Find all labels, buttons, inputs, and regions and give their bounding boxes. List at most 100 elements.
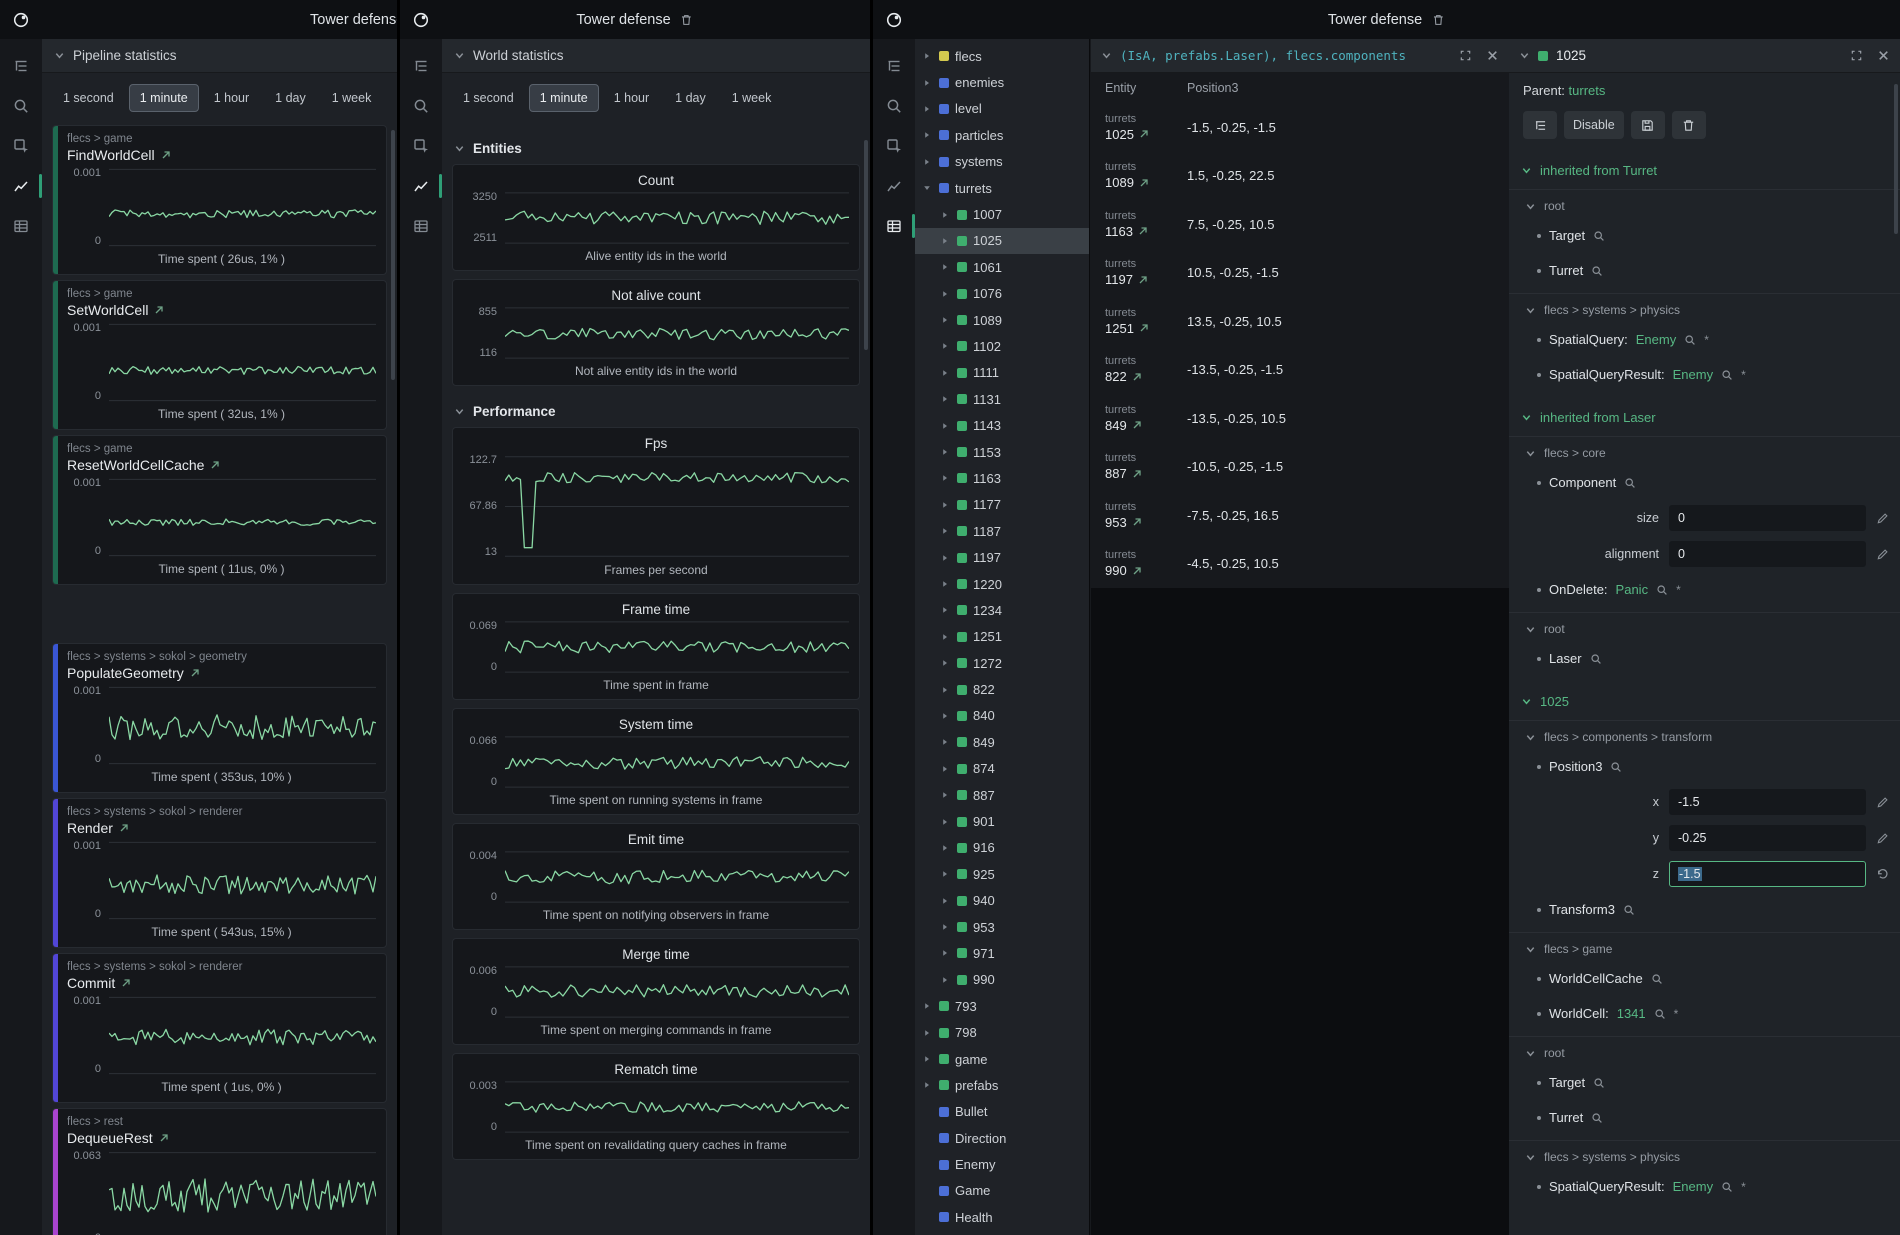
tree-item-1272[interactable]: 1272 bbox=[915, 650, 1089, 676]
magnifier-icon[interactable] bbox=[1721, 1181, 1733, 1193]
magnifier-icon[interactable] bbox=[1610, 761, 1622, 773]
inspector-group-header[interactable]: flecs > components > transform bbox=[1509, 720, 1900, 749]
caret-right-icon[interactable] bbox=[941, 976, 951, 984]
section-header[interactable]: Entities bbox=[442, 133, 870, 164]
tree-item-enemies[interactable]: enemies bbox=[915, 69, 1089, 95]
caret-right-icon[interactable] bbox=[941, 738, 951, 746]
save-button[interactable] bbox=[1631, 111, 1665, 139]
query-row[interactable]: turrets887-10.5, -0.25, -1.5 bbox=[1091, 443, 1509, 492]
scrollbar[interactable] bbox=[1894, 84, 1898, 234]
section-header[interactable]: Performance bbox=[442, 396, 870, 427]
parent-link[interactable]: turrets bbox=[1569, 83, 1606, 98]
component-row[interactable]: Component bbox=[1509, 465, 1900, 500]
tree-icon[interactable] bbox=[873, 47, 915, 85]
component-row[interactable]: Laser bbox=[1509, 641, 1900, 676]
time-range-button[interactable]: 1 hour bbox=[603, 84, 660, 112]
caret-right-icon[interactable] bbox=[941, 369, 951, 377]
inspector-group-header[interactable]: flecs > core bbox=[1509, 436, 1900, 465]
caret-right-icon[interactable] bbox=[941, 949, 951, 957]
system-link[interactable]: SetWorldCell bbox=[67, 302, 376, 318]
caret-right-icon[interactable] bbox=[941, 211, 951, 219]
time-range-button[interactable]: 1 day bbox=[664, 84, 717, 112]
time-range-button[interactable]: 1 second bbox=[452, 84, 525, 112]
inspector-group-header[interactable]: root bbox=[1509, 1036, 1900, 1065]
expand-icon[interactable] bbox=[1459, 49, 1472, 62]
tree-item-971[interactable]: 971 bbox=[915, 940, 1089, 966]
tree-item-level[interactable]: level bbox=[915, 96, 1089, 122]
magnifier-icon[interactable] bbox=[1654, 1008, 1666, 1020]
tree-item-798[interactable]: 798 bbox=[915, 1019, 1089, 1045]
caret-right-icon[interactable] bbox=[941, 527, 951, 535]
entity-link[interactable]: 1089 bbox=[1105, 175, 1187, 190]
system-link[interactable]: PopulateGeometry bbox=[67, 665, 376, 681]
close-icon[interactable] bbox=[1877, 49, 1890, 62]
component-row[interactable]: SpatialQuery:Enemy* bbox=[1509, 322, 1900, 357]
query-row[interactable]: turrets849-13.5, -0.25, 10.5 bbox=[1091, 394, 1509, 443]
time-range-button[interactable]: 1 minute bbox=[529, 84, 599, 112]
caret-right-icon[interactable] bbox=[941, 897, 951, 905]
entity-link[interactable]: 953 bbox=[1105, 515, 1187, 530]
tree-item-1251[interactable]: 1251 bbox=[915, 624, 1089, 650]
caret-right-icon[interactable] bbox=[923, 105, 933, 113]
tree-item-Health[interactable]: Health bbox=[915, 1204, 1089, 1230]
tree-icon[interactable] bbox=[0, 47, 42, 85]
magnifier-icon[interactable] bbox=[1591, 1112, 1603, 1124]
caret-right-icon[interactable] bbox=[923, 1055, 933, 1063]
caret-right-icon[interactable] bbox=[941, 474, 951, 482]
entity-link[interactable]: 1197 bbox=[1105, 272, 1187, 287]
caret-right-icon[interactable] bbox=[941, 844, 951, 852]
pencil-icon[interactable] bbox=[1876, 832, 1892, 845]
tree-item-1025[interactable]: 1025 bbox=[915, 228, 1089, 254]
system-link[interactable]: DequeueRest bbox=[67, 1130, 376, 1146]
caret-right-icon[interactable] bbox=[941, 554, 951, 562]
query-row[interactable]: turrets990-4.5, -0.25, 10.5 bbox=[1091, 540, 1509, 589]
tree-item-849[interactable]: 849 bbox=[915, 729, 1089, 755]
system-link[interactable]: Render bbox=[67, 820, 376, 836]
inspect-icon[interactable] bbox=[400, 127, 442, 165]
inspector-section-header[interactable]: inherited from Turret bbox=[1509, 153, 1900, 184]
caret-right-icon[interactable] bbox=[941, 686, 951, 694]
tree-item-1007[interactable]: 1007 bbox=[915, 201, 1089, 227]
scrollbar[interactable] bbox=[864, 140, 868, 350]
tree-item-Bullet[interactable]: Bullet bbox=[915, 1099, 1089, 1125]
tree-item-874[interactable]: 874 bbox=[915, 756, 1089, 782]
system-link[interactable]: Commit bbox=[67, 975, 376, 991]
magnifier-icon[interactable] bbox=[1590, 653, 1602, 665]
pencil-icon[interactable] bbox=[1876, 796, 1892, 809]
tree-icon[interactable] bbox=[400, 47, 442, 85]
tree-item-1177[interactable]: 1177 bbox=[915, 492, 1089, 518]
tree-item-940[interactable]: 940 bbox=[915, 888, 1089, 914]
component-row[interactable]: WorldCellCache bbox=[1509, 961, 1900, 996]
inspector-group-header[interactable]: root bbox=[1509, 612, 1900, 641]
caret-right-icon[interactable] bbox=[941, 316, 951, 324]
inspector-section-header[interactable]: 1025 bbox=[1509, 684, 1900, 715]
tree-item-Direction[interactable]: Direction bbox=[915, 1125, 1089, 1151]
tree-item-prefabs[interactable]: prefabs bbox=[915, 1072, 1089, 1098]
tree-item-1220[interactable]: 1220 bbox=[915, 571, 1089, 597]
search-icon[interactable] bbox=[400, 87, 442, 125]
grid-icon[interactable] bbox=[873, 207, 915, 245]
entity-link[interactable]: 990 bbox=[1105, 563, 1187, 578]
tree-item-901[interactable]: 901 bbox=[915, 808, 1089, 834]
query-row[interactable]: turrets822-13.5, -0.25, -1.5 bbox=[1091, 346, 1509, 395]
time-range-button[interactable]: 1 minute bbox=[129, 84, 199, 112]
query-row[interactable]: turrets1025-1.5, -0.25, -1.5 bbox=[1091, 103, 1509, 152]
caret-right-icon[interactable] bbox=[941, 633, 951, 641]
caret-right-icon[interactable] bbox=[923, 1081, 933, 1089]
watch-icon[interactable]: * bbox=[1674, 1008, 1679, 1020]
magnifier-icon[interactable] bbox=[1593, 230, 1605, 242]
component-row[interactable]: Position3 bbox=[1509, 749, 1900, 784]
caret-right-icon[interactable] bbox=[941, 870, 951, 878]
caret-right-icon[interactable] bbox=[941, 501, 951, 509]
pipeline-panel-header[interactable]: Pipeline statistics bbox=[42, 39, 397, 73]
tree-item-1234[interactable]: 1234 bbox=[915, 597, 1089, 623]
caret-right-icon[interactable] bbox=[923, 1029, 933, 1037]
caret-right-icon[interactable] bbox=[941, 263, 951, 271]
component-row[interactable]: WorldCell:1341* bbox=[1509, 996, 1900, 1031]
tree-item-1197[interactable]: 1197 bbox=[915, 544, 1089, 570]
tree-item-990[interactable]: 990 bbox=[915, 967, 1089, 993]
tree-item-793[interactable]: 793 bbox=[915, 993, 1089, 1019]
inspector-group-header[interactable]: flecs > systems > physics bbox=[1509, 1140, 1900, 1169]
tree-item-887[interactable]: 887 bbox=[915, 782, 1089, 808]
caret-right-icon[interactable] bbox=[923, 1002, 933, 1010]
